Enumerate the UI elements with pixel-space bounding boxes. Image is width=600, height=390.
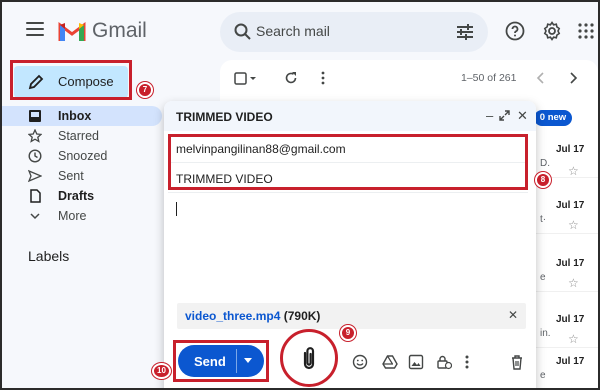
google-drive-icon[interactable] [382,354,398,370]
emoji-icon[interactable] [352,354,368,370]
sidebar-item-label: Drafts [58,189,95,203]
list-item-snippet: in. [540,328,551,339]
star-toggle-icon[interactable]: ☆ [568,164,579,178]
sidebar-item-label: Sent [58,169,84,183]
gmail-m-icon [58,22,86,41]
step-7-badge: 7 [137,82,153,98]
sidebar-item-drafts[interactable]: Drafts [2,186,172,206]
search-options-icon[interactable] [456,24,474,40]
trash-icon[interactable] [509,354,525,370]
step-8-badge: 8 [535,172,551,188]
step-9-badge: 9 [340,325,356,341]
list-item-date: Jul 17 [556,314,585,325]
draft-icon [30,189,41,203]
inbox-icon [29,110,41,122]
sidebar-item-label: Starred [58,129,99,143]
star-toggle-icon[interactable]: ☆ [568,332,579,346]
compose-header[interactable]: TRIMMED VIDEO – ✕ [164,101,536,131]
expand-icon[interactable] [499,110,510,121]
star-toggle-icon[interactable]: ☆ [568,218,579,232]
sidebar-item-label: Snoozed [58,149,108,163]
prev-page-icon[interactable] [536,72,546,84]
next-page-icon[interactable] [568,72,578,84]
star-toggle-icon[interactable]: ☆ [568,276,579,290]
sidebar-item-sent[interactable]: Sent [2,166,172,186]
pagination-count: 1–50 of 261 [461,72,517,84]
body-text-caret[interactable] [176,202,177,216]
list-item-snippet: t· [540,214,547,225]
list-item-date: Jul 17 [556,144,585,155]
gmail-window: Gmail Search mail Compose 7 Inbox Starre… [0,0,600,390]
search-input[interactable]: Search mail [256,23,330,39]
star-icon [28,129,42,143]
sidebar-item-label: Inbox [58,109,92,123]
help-icon[interactable] [505,21,525,41]
gmail-logo-text: Gmail [92,19,147,42]
send-icon [28,169,42,183]
insert-photo-icon[interactable] [408,354,424,370]
close-icon[interactable]: ✕ [517,108,528,124]
labels-heading: Labels [28,248,70,264]
clock-icon [28,149,42,163]
new-mail-badge: 0 new [534,110,572,126]
chevron-down-icon [30,213,40,220]
sidebar-nav: Inbox Starred Snoozed Sent Drafts More [2,106,172,226]
search-bar[interactable]: Search mail [220,12,488,52]
attach-files-button[interactable] [280,329,338,387]
list-item-date: Jul 17 [556,356,585,367]
search-icon[interactable] [234,23,252,41]
step-10-badge: 10 [152,363,171,379]
list-item-snippet: e [540,272,546,283]
gmail-logo[interactable]: Gmail [58,19,147,43]
settings-gear-icon[interactable] [542,21,562,41]
select-checkbox-icon[interactable] [234,72,256,86]
refresh-icon[interactable] [284,71,298,85]
remove-attachment-icon[interactable]: ✕ [508,308,518,322]
sidebar-item-label: More [58,209,87,223]
step-10-highlight [173,340,269,382]
sidebar-item-more[interactable]: More [2,206,172,226]
sidebar-item-snoozed[interactable]: Snoozed [2,146,172,166]
attachment-filename: video_three.mp4 [185,309,281,323]
minimize-icon[interactable]: – [486,108,493,123]
apps-grid-icon[interactable] [578,23,594,39]
step-7-highlight [10,60,132,100]
more-options-vertical-icon[interactable] [462,354,472,370]
main-menu-icon[interactable] [26,22,44,36]
compose-title: TRIMMED VIDEO [176,110,273,124]
list-item-snippet: e [540,370,546,381]
list-item-date: Jul 17 [556,200,585,211]
attachment-name[interactable]: video_three.mp4 (790K) [185,309,320,323]
lock-clock-icon[interactable] [436,354,452,370]
more-options-icon[interactable] [320,71,326,85]
attachment-size: (790K) [283,309,321,323]
list-item-date: Jul 17 [556,258,585,269]
step-8-highlight [168,134,528,190]
sidebar-item-starred[interactable]: Starred [2,126,172,146]
list-item-snippet: D. [540,158,550,169]
sidebar-item-inbox[interactable]: Inbox [2,106,162,126]
paperclip-icon [303,347,315,370]
